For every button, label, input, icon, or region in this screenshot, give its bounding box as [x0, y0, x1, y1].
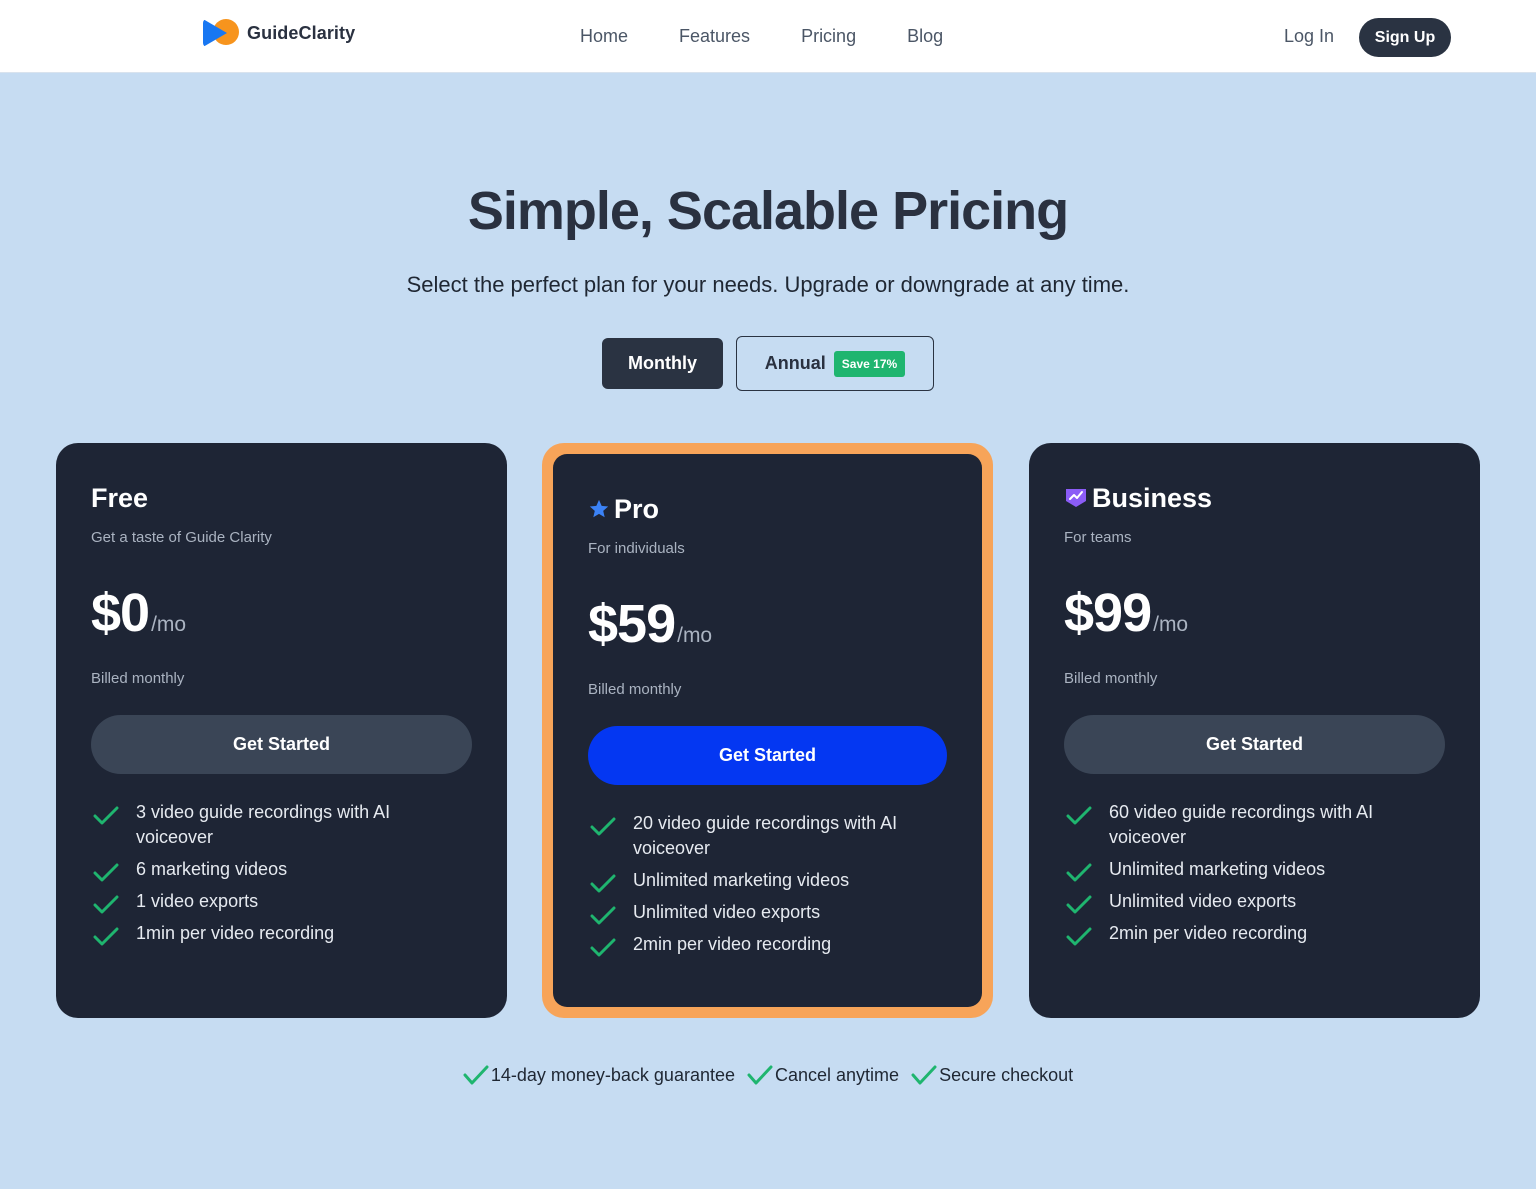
feature-text: Unlimited marketing videos	[633, 870, 850, 890]
plan-card-free: Free Get a taste of Guide Clarity $0 /mo…	[56, 443, 507, 1018]
plan-price: $0	[91, 583, 150, 643]
price-row: $0 /mo	[91, 582, 472, 644]
plan-price: $59	[588, 594, 676, 654]
check-icon	[1066, 863, 1092, 882]
check-icon	[911, 1065, 937, 1085]
check-icon	[93, 863, 119, 882]
feature-item: 60 video guide recordings with AI voiceo…	[1064, 800, 1445, 850]
guarantee-item: Cancel anytime	[747, 1064, 899, 1086]
check-icon	[1066, 806, 1092, 825]
guarantee-text: 14-day money-back guarantee	[490, 1064, 735, 1085]
feature-text: 20 video guide recordings with AI voiceo…	[633, 813, 898, 858]
feature-text: 6 marketing videos	[136, 859, 288, 879]
feature-item: 3 video guide recordings with AI voiceov…	[91, 800, 472, 850]
feature-text: 60 video guide recordings with AI voiceo…	[1109, 802, 1374, 847]
plan-name: Business	[1092, 482, 1213, 513]
billing-toggle-monthly[interactable]: Monthly	[602, 338, 723, 389]
price-period: /mo	[1153, 613, 1189, 636]
feature-item: Unlimited marketing videos	[588, 868, 947, 893]
feature-text: 3 video guide recordings with AI voiceov…	[136, 802, 391, 847]
feature-text: 2min per video recording	[1109, 923, 1308, 943]
check-icon	[93, 927, 119, 946]
plan-name-row: Pro	[588, 494, 947, 524]
check-icon	[1066, 927, 1092, 946]
check-icon	[590, 938, 616, 957]
nav-link-blog[interactable]: Blog	[907, 26, 943, 47]
brand-name: GuideClarity	[247, 22, 356, 43]
price-row: $99 /mo	[1064, 582, 1445, 644]
annual-label: Annual	[764, 353, 826, 373]
guarantee-item: 14-day money-back guarantee	[463, 1064, 735, 1086]
feature-text: 2min per video recording	[633, 934, 832, 954]
nav-link-pricing[interactable]: Pricing	[801, 26, 856, 47]
nav-link-home[interactable]: Home	[580, 26, 628, 47]
price-period: /mo	[677, 624, 713, 647]
billing-note: Billed monthly	[588, 681, 682, 698]
plan-description: For teams	[1064, 529, 1132, 546]
feature-item: 20 video guide recordings with AI voiceo…	[588, 811, 947, 861]
feature-text: Unlimited video exports	[633, 902, 821, 922]
price-row: $59 /mo	[588, 593, 947, 655]
feature-list: 20 video guide recordings with AI voiceo…	[588, 811, 947, 957]
get-started-button[interactable]: Get Started	[91, 715, 472, 774]
star-icon	[589, 499, 609, 518]
feature-list: 3 video guide recordings with AI voiceov…	[91, 800, 472, 946]
guarantee-item: Secure checkout	[911, 1064, 1073, 1086]
billing-note: Billed monthly	[1064, 670, 1158, 687]
plan-price: $99	[1064, 583, 1152, 643]
brand-logo[interactable]: GuideClarity	[203, 18, 355, 48]
billing-note: Billed monthly	[91, 670, 185, 687]
guarantee-text: Secure checkout	[939, 1064, 1074, 1085]
guarantee-row: 14-day money-back guarantee Cancel anyti…	[0, 1064, 1536, 1086]
feature-item: 2min per video recording	[588, 932, 947, 957]
get-started-button[interactable]: Get Started	[588, 726, 947, 785]
feature-text: Unlimited video exports	[1109, 891, 1297, 911]
feature-item: 1min per video recording	[91, 921, 472, 946]
page-subtitle: Select the perfect plan for your needs. …	[406, 272, 1130, 297]
page-title: Simple, Scalable Pricing	[467, 181, 1069, 241]
check-icon	[590, 906, 616, 925]
price-period: /mo	[151, 613, 187, 636]
main-nav: Home Features Pricing Blog	[580, 26, 943, 47]
check-icon	[590, 817, 616, 836]
check-icon	[590, 874, 616, 893]
feature-text: 1 video exports	[136, 891, 259, 911]
plan-name-row: Business	[1064, 483, 1445, 513]
feature-item: 1 video exports	[91, 889, 472, 914]
top-navbar: GuideClarity Home Features Pricing Blog …	[0, 0, 1536, 73]
feature-text: Unlimited marketing videos	[1109, 859, 1326, 879]
login-link[interactable]: Log In	[1284, 26, 1334, 47]
nav-link-features[interactable]: Features	[679, 26, 750, 47]
plan-card-pro: Pro For individuals $59 /mo Billed month…	[553, 454, 982, 1007]
billing-toggle-annual[interactable]: Annual Save 17%	[736, 336, 934, 391]
plan-description: Get a taste of Guide Clarity	[91, 529, 272, 546]
check-icon	[93, 895, 119, 914]
plan-name: Pro	[614, 493, 660, 524]
feature-item: Unlimited marketing videos	[1064, 857, 1445, 882]
check-icon	[93, 806, 119, 825]
feature-list: 60 video guide recordings with AI voiceo…	[1064, 800, 1445, 946]
chart-badge-icon	[1066, 489, 1086, 507]
feature-item: Unlimited video exports	[588, 900, 947, 925]
check-icon	[1066, 895, 1092, 914]
feature-item: Unlimited video exports	[1064, 889, 1445, 914]
plan-card-business: Business For teams $99 /mo Billed monthl…	[1029, 443, 1480, 1018]
check-icon	[747, 1065, 773, 1085]
feature-item: 2min per video recording	[1064, 921, 1445, 946]
plan-name: Free	[91, 482, 149, 513]
signup-button[interactable]: Sign Up	[1359, 18, 1451, 57]
get-started-button[interactable]: Get Started	[1064, 715, 1445, 774]
save-badge: Save 17%	[833, 350, 906, 377]
feature-item: 6 marketing videos	[91, 857, 472, 882]
plan-description: For individuals	[588, 540, 685, 557]
feature-text: 1min per video recording	[136, 923, 335, 943]
guarantee-text: Cancel anytime	[775, 1064, 900, 1085]
check-icon	[463, 1065, 489, 1085]
logo-icon	[203, 18, 239, 48]
